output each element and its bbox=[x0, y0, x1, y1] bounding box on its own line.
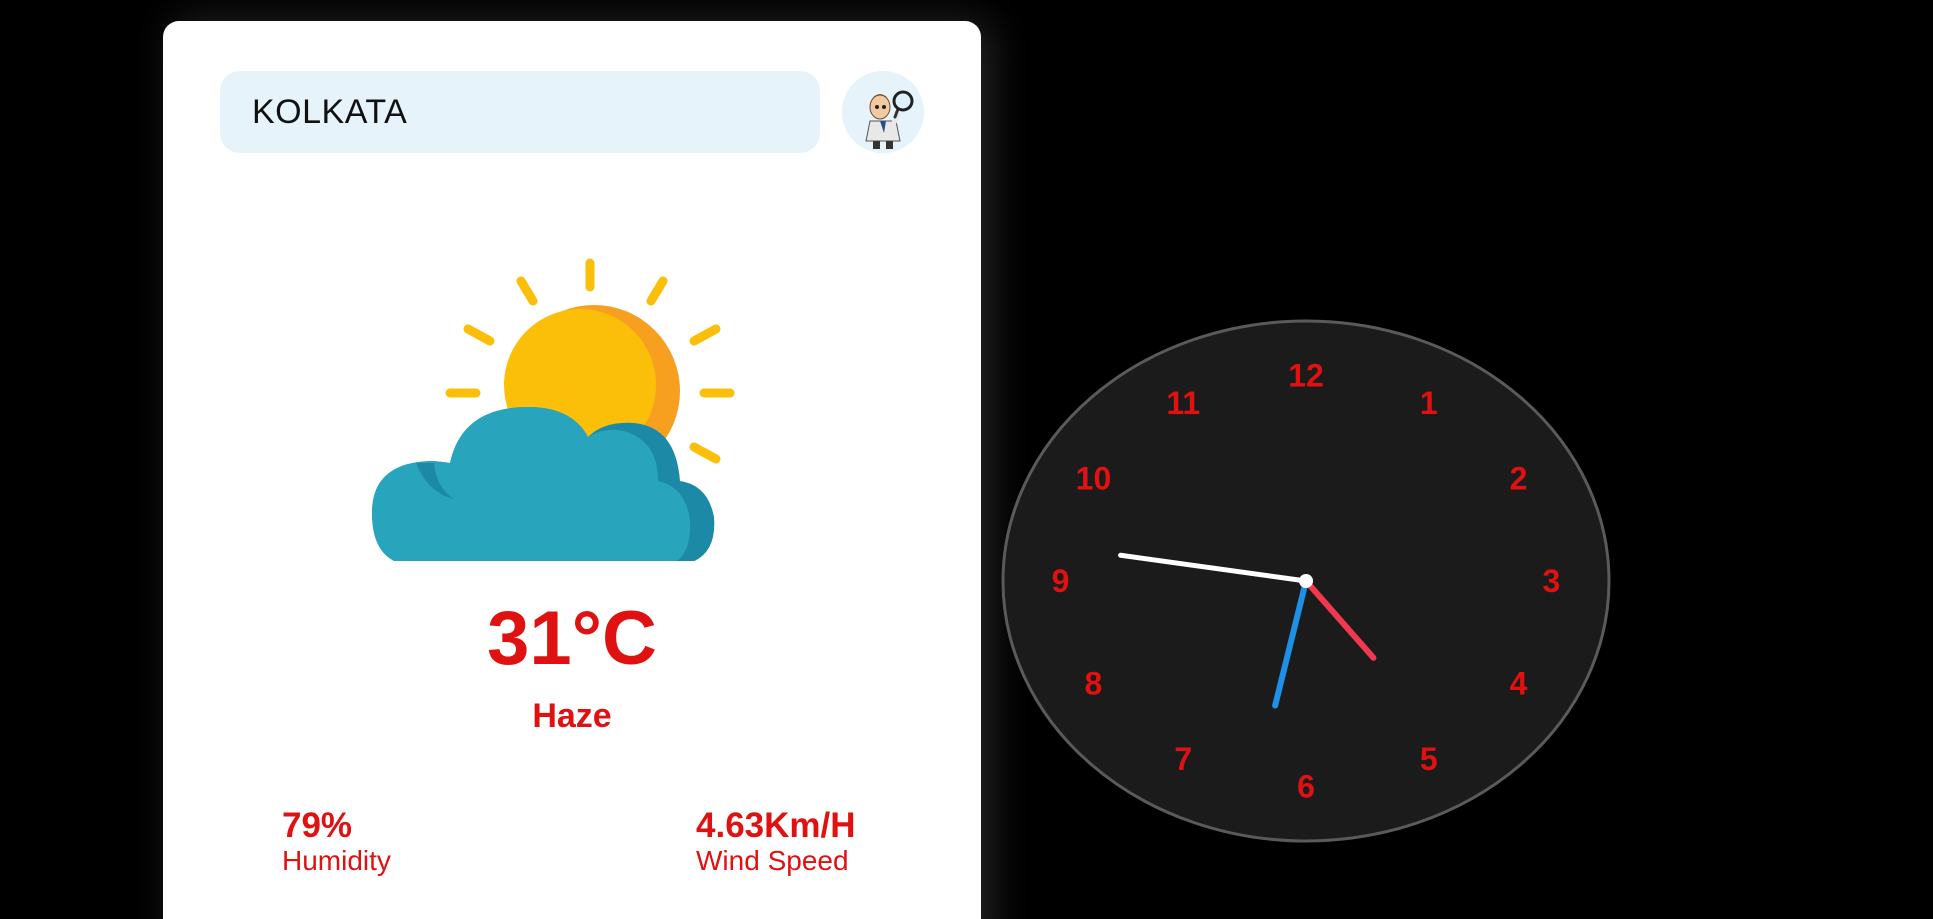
humidity-value: 79% bbox=[282, 806, 353, 845]
clock-numeral-3: 3 bbox=[1543, 563, 1561, 599]
temperature: 31°C bbox=[487, 596, 657, 681]
humidity-stat: 79% Humidity bbox=[282, 806, 391, 876]
wind-speed-label: Wind Speed bbox=[696, 844, 849, 876]
clock-numeral-11: 11 bbox=[1166, 385, 1200, 421]
humidity-label: Humidity bbox=[282, 844, 391, 876]
sun-behind-cloud-icon bbox=[358, 231, 778, 566]
detective-magnifier-icon bbox=[842, 71, 924, 153]
clock-face: 121234567891011 bbox=[1001, 319, 1611, 843]
clock-numeral-7: 7 bbox=[1174, 741, 1192, 777]
clock-numeral-12: 12 bbox=[1288, 358, 1324, 394]
clock-numeral-5: 5 bbox=[1420, 741, 1438, 777]
search-bar bbox=[220, 71, 940, 153]
clock-numeral-9: 9 bbox=[1052, 563, 1070, 599]
clock-numeral-6: 6 bbox=[1297, 768, 1315, 804]
clock-numeral-1: 1 bbox=[1420, 385, 1438, 421]
clock-numeral-8: 8 bbox=[1085, 666, 1103, 702]
clock-numeral-10: 10 bbox=[1076, 460, 1112, 496]
city-search-input[interactable] bbox=[220, 71, 820, 153]
weather-card: 31°C Haze 79% Humidity 4.63Km/H Wind Spe… bbox=[163, 21, 981, 919]
wind-speed-value: 4.63Km/H bbox=[696, 806, 856, 845]
wind-stat: 4.63Km/H Wind Speed bbox=[696, 806, 856, 876]
analog-clock: 12 1 2 3 4 5 6 7 8 9 10 11 bbox=[1000, 318, 1613, 844]
clock-numeral-4: 4 bbox=[1510, 666, 1528, 702]
search-button[interactable] bbox=[842, 71, 924, 153]
page: 31°C Haze 79% Humidity 4.63Km/H Wind Spe… bbox=[0, 0, 1933, 919]
clock-numeral-2: 2 bbox=[1510, 460, 1528, 496]
weather-condition: Haze bbox=[532, 697, 612, 735]
clock-center-pin bbox=[1299, 574, 1313, 588]
